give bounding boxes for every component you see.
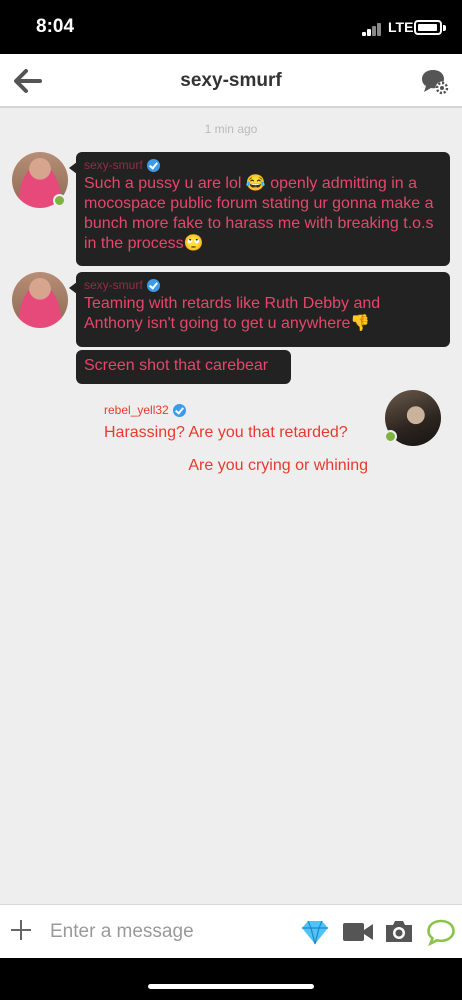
- message-timestamp: 1 min ago: [204, 122, 258, 136]
- sender-name[interactable]: sexy-smurf: [84, 158, 143, 172]
- chat-header: sexy-smurf: [0, 54, 462, 108]
- signal-icon: [362, 22, 384, 36]
- gift-button[interactable]: [300, 918, 330, 951]
- message-list[interactable]: 1 min ago sexy-smurf Such a pussy u are …: [0, 108, 462, 904]
- home-indicator[interactable]: [148, 984, 314, 989]
- network-label: LTE: [388, 19, 414, 35]
- sender-row: rebel_yell32: [104, 400, 374, 420]
- message-bubble[interactable]: sexy-smurf Such a pussy u are lol 😂 open…: [69, 152, 450, 266]
- diamond-icon: [302, 920, 328, 945]
- message-text: Harassing? Are you that retarded?: [104, 424, 348, 441]
- camera-icon: [386, 921, 412, 942]
- message-text: Are you crying or whining: [188, 457, 368, 474]
- sender-name[interactable]: sexy-smurf: [84, 278, 143, 292]
- own-message[interactable]: rebel_yell32 Harassing? Are you that ret…: [104, 400, 374, 443]
- add-attachment-button[interactable]: [10, 919, 32, 941]
- message-input-bar: [0, 904, 462, 958]
- online-indicator: [384, 430, 397, 443]
- online-indicator: [53, 194, 66, 207]
- home-bar: [0, 958, 462, 1000]
- message-bubble[interactable]: Screen shot that carebear: [76, 350, 291, 384]
- message-text: Such a pussy u are lol 😂 openly admittin…: [84, 175, 434, 252]
- video-camera-icon: [343, 923, 373, 941]
- status-bar: 8:04 LTE: [0, 0, 462, 54]
- sender-name[interactable]: rebel_yell32: [104, 400, 169, 420]
- photo-button[interactable]: [384, 917, 414, 950]
- verified-badge-icon: [146, 158, 160, 172]
- message-text: Teaming with retards like Ruth Debby and…: [84, 295, 381, 332]
- status-time: 8:04: [36, 16, 75, 37]
- battery-icon: [414, 20, 446, 35]
- chat-settings-button[interactable]: [420, 68, 450, 96]
- own-message[interactable]: Are you crying or whining: [104, 456, 368, 476]
- verified-badge-icon: [146, 278, 160, 292]
- avatar[interactable]: [12, 272, 68, 328]
- message-input[interactable]: [50, 917, 290, 947]
- sender-row: sexy-smurf: [84, 278, 442, 292]
- message-text: Screen shot that carebear: [84, 357, 269, 374]
- verified-badge-icon: [172, 403, 186, 417]
- message-bubble[interactable]: sexy-smurf Teaming with retards like Rut…: [69, 272, 450, 347]
- chat-settings-icon: [422, 70, 449, 95]
- send-button[interactable]: [426, 918, 456, 951]
- video-button[interactable]: [342, 921, 374, 948]
- page-title: sexy-smurf: [180, 70, 282, 91]
- chat-bubble-icon: [427, 919, 455, 947]
- sender-row: sexy-smurf: [84, 158, 442, 172]
